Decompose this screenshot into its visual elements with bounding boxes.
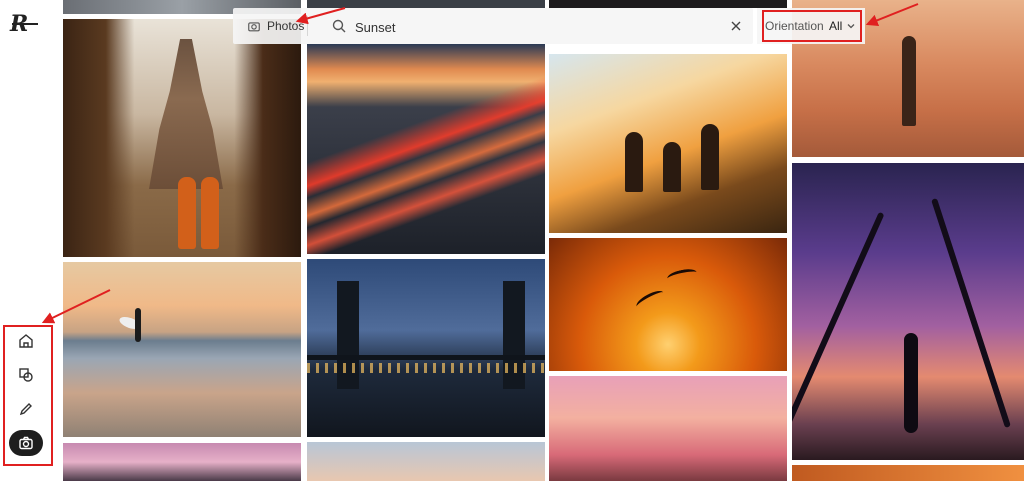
- photo-tile[interactable]: [63, 443, 301, 481]
- bird-image-detail: [634, 287, 666, 312]
- search-icon: [332, 19, 346, 33]
- camera-icon: [248, 22, 260, 32]
- sidebar: R: [0, 0, 54, 481]
- bird-image-detail: [666, 267, 698, 284]
- home-icon: [19, 334, 33, 348]
- palm-image-detail: [792, 211, 885, 425]
- photo-tile[interactable]: [792, 163, 1024, 460]
- close-icon[interactable]: [729, 19, 743, 33]
- photo-tile[interactable]: [63, 262, 301, 437]
- orientation-label: Orientation: [765, 19, 824, 33]
- surfer-image-detail: [135, 308, 141, 342]
- person-image-detail: [701, 124, 719, 190]
- shapes-icon: [19, 368, 33, 382]
- orientation-value[interactable]: All: [829, 19, 842, 33]
- divider: [307, 16, 308, 36]
- chevron-down-icon[interactable]: [846, 21, 856, 31]
- search-input[interactable]: [353, 16, 707, 38]
- photo-tile[interactable]: [792, 465, 1024, 481]
- temple-image-detail: [149, 39, 223, 189]
- photo-tile[interactable]: [307, 0, 545, 8]
- nav-edit-button[interactable]: [9, 396, 43, 422]
- camera-icon: [19, 436, 33, 450]
- woman-image-detail: [902, 36, 916, 126]
- nav-photos-button[interactable]: [9, 430, 43, 456]
- monk-image-detail: [201, 177, 219, 249]
- photo-tile[interactable]: [549, 376, 787, 481]
- city-lights-image-detail: [307, 363, 545, 373]
- monk-image-detail: [178, 177, 196, 249]
- nav-shapes-button[interactable]: [9, 362, 43, 388]
- photo-tile[interactable]: [549, 238, 787, 371]
- yogi-image-detail: [904, 333, 918, 433]
- pencil-icon: [19, 403, 32, 416]
- search-bar: Photos: [233, 8, 753, 44]
- bridge-deck-image-detail: [307, 355, 545, 360]
- photo-tile[interactable]: [307, 44, 545, 254]
- category-label: Photos: [267, 19, 305, 33]
- person-image-detail: [625, 132, 643, 192]
- nav-home-button[interactable]: [9, 328, 43, 354]
- photo-tile[interactable]: [549, 54, 787, 233]
- photo-tile[interactable]: [63, 19, 301, 257]
- palm-image-detail: [931, 197, 1011, 429]
- person-image-detail: [663, 142, 681, 192]
- category-photos-button[interactable]: Photos: [241, 14, 310, 38]
- photo-tile[interactable]: [307, 259, 545, 437]
- photo-tile[interactable]: [307, 442, 545, 481]
- app-logo[interactable]: R: [10, 12, 40, 36]
- photo-tile[interactable]: [549, 0, 787, 8]
